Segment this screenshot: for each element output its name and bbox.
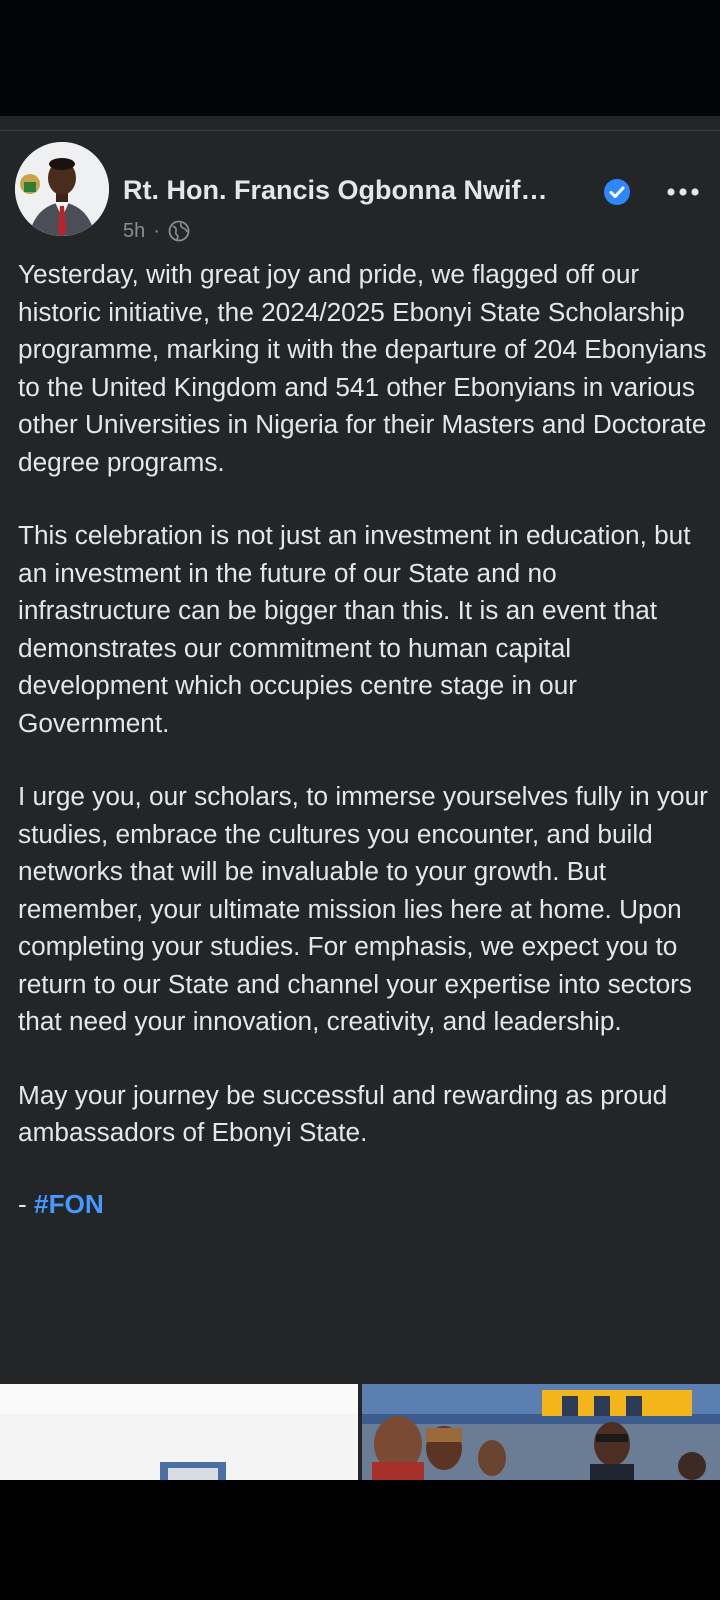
post-meta: 5h · [123, 218, 190, 244]
divider [0, 130, 720, 131]
meta-separator: · [153, 219, 160, 242]
post-paragraph: May your journey be successful and rewar… [18, 1079, 668, 1148]
image-thumbnail [0, 1384, 358, 1480]
post-header: Rt. Hon. Francis Ogbonna Nwif… 5h · [0, 142, 720, 242]
post-paragraph: This celebration is not just an investme… [18, 520, 691, 738]
image-thumbnail [362, 1384, 720, 1480]
globe-icon[interactable] [168, 220, 190, 242]
bottom-area [0, 1480, 720, 1600]
facebook-post: Rt. Hon. Francis Ogbonna Nwif… 5h · Yest… [0, 116, 720, 1480]
post-images [0, 1384, 720, 1480]
post-image-right[interactable] [362, 1384, 720, 1480]
author-name[interactable]: Rt. Hon. Francis Ogbonna Nwif… [123, 174, 593, 206]
signoff-prefix: - [18, 1188, 34, 1219]
avatar-photo [15, 142, 109, 236]
post-paragraph: Yesterday, with great joy and pride, we … [18, 259, 707, 477]
post-paragraph: I urge you, our scholars, to immerse you… [18, 781, 708, 1036]
post-image-left[interactable] [0, 1384, 358, 1480]
verified-badge-icon [604, 179, 630, 205]
status-bar-area [0, 0, 720, 116]
hashtag-link[interactable]: #FON [34, 1189, 104, 1219]
post-signoff: - #FON [18, 1186, 708, 1224]
avatar[interactable] [15, 142, 109, 236]
more-options-icon[interactable] [663, 178, 703, 206]
post-text: Yesterday, with great joy and pride, we … [18, 256, 708, 1223]
post-timestamp[interactable]: 5h [123, 220, 145, 243]
